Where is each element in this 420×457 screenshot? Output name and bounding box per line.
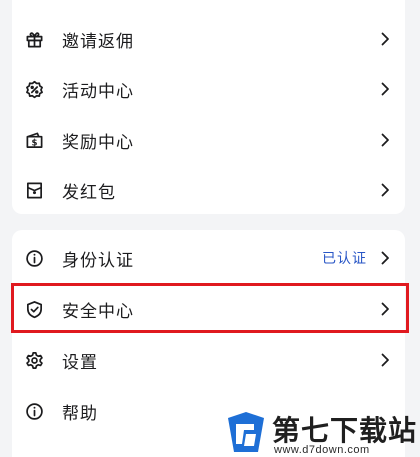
- menu-item-security-center[interactable]: 安全中心: [12, 284, 405, 334]
- chevron-right-icon: [379, 250, 391, 266]
- gift-icon: [24, 29, 44, 49]
- watermark-title: 第七下载站: [272, 414, 418, 447]
- menu-item-label: 活动中心: [62, 81, 134, 102]
- svg-text:$: $: [31, 138, 37, 148]
- menu-item-label: 帮助: [62, 403, 98, 424]
- menu-item-reward-center[interactable]: $ 奖励中心: [12, 115, 405, 165]
- shield-check-icon: [24, 299, 44, 319]
- chevron-right-icon: [379, 81, 391, 97]
- menu-item-label: 设置: [62, 352, 98, 373]
- chevron-right-icon: [379, 31, 391, 47]
- chevron-right-icon: [379, 132, 391, 148]
- info-circle-icon: [24, 401, 44, 421]
- menu-item-identity-verification[interactable]: 身份认证 已认证: [12, 233, 405, 283]
- menu-item-invite-rebate[interactable]: 邀请返佣: [12, 14, 405, 64]
- menu-item-settings[interactable]: 设置: [12, 335, 405, 385]
- badge-percent-icon: [24, 79, 44, 99]
- gear-icon: [24, 350, 44, 370]
- info-circle-icon: [24, 248, 44, 268]
- verification-status-badge: 已认证: [322, 251, 367, 267]
- site-logo-icon: [228, 412, 264, 452]
- menu-item-label: 发红包: [62, 182, 116, 203]
- menu-item-activity-center[interactable]: 活动中心: [12, 64, 405, 114]
- chevron-right-icon: [379, 352, 391, 368]
- menu-item-red-envelope[interactable]: 发红包: [12, 165, 405, 215]
- menu-item-label: 奖励中心: [62, 132, 134, 153]
- menu-item-label: 身份认证: [62, 250, 134, 271]
- chevron-right-icon: [379, 182, 391, 198]
- chevron-right-icon: [379, 301, 391, 317]
- wallet-dollar-icon: $: [24, 130, 44, 150]
- watermark-url: www.d7down.com: [274, 444, 370, 456]
- menu-item-label: 邀请返佣: [62, 31, 134, 52]
- watermark: 第七下载站 www.d7down.com: [224, 408, 420, 457]
- red-envelope-icon: [24, 180, 44, 200]
- menu-item-label: 安全中心: [62, 301, 134, 322]
- menu-card-1: 邀请返佣 活动中心 $ 奖励中心 发红包: [12, 0, 405, 214]
